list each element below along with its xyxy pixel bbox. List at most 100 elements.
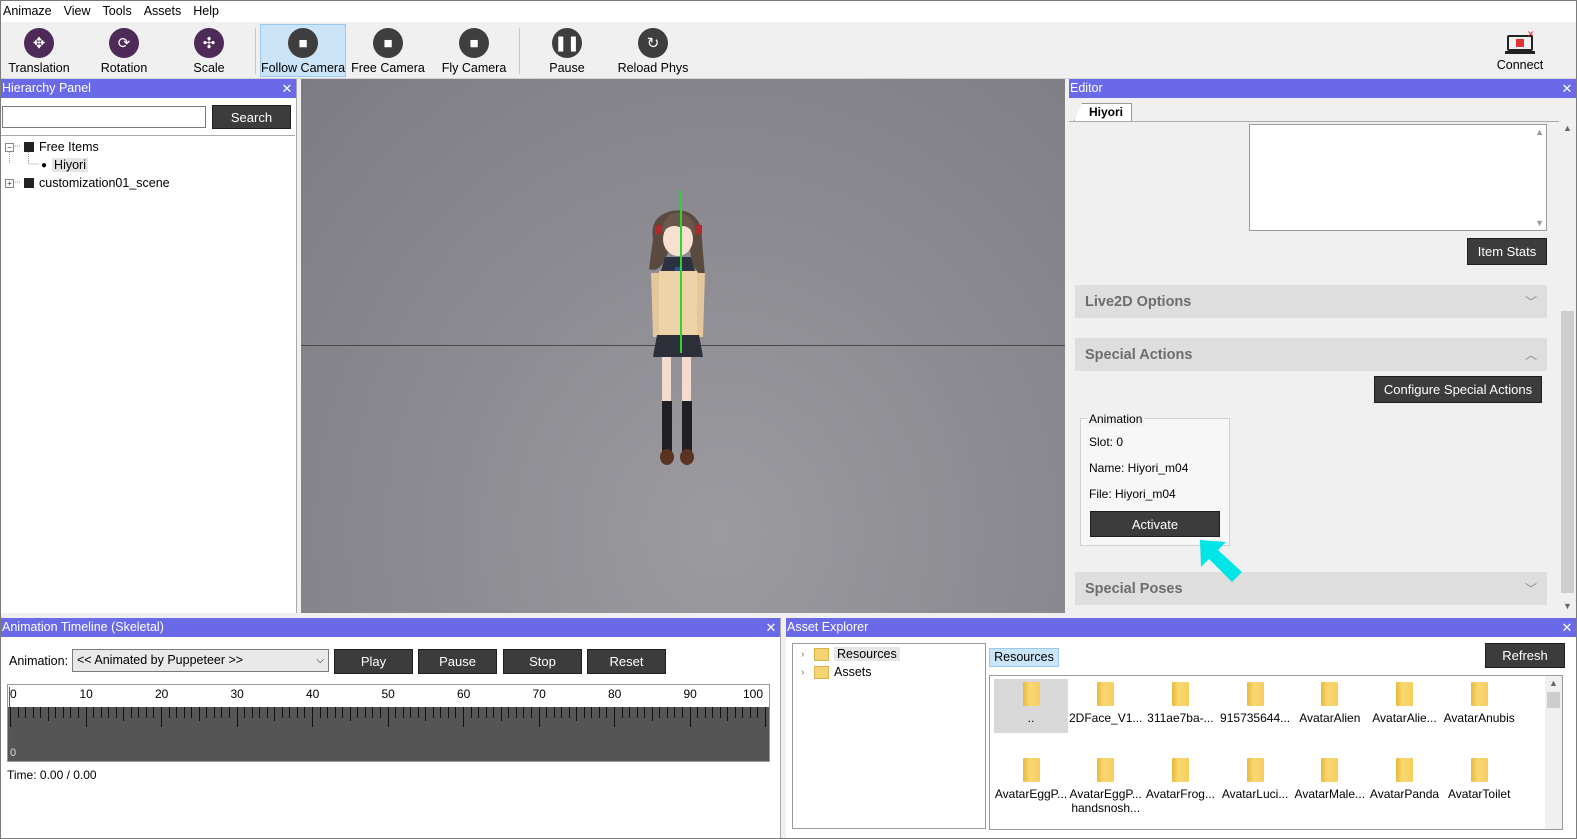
asset-item[interactable]: .. (994, 679, 1068, 733)
chevron-right-icon[interactable]: › (801, 649, 813, 660)
asset-tab-resources[interactable]: Resources (989, 648, 1059, 667)
scene-viewport[interactable] (301, 79, 1065, 613)
asset-item-label: AvatarMale... (1294, 787, 1366, 801)
asset-item[interactable]: AvatarPanda (1368, 755, 1442, 809)
timeline-ruler[interactable]: 0 10 20 30 40 50 60 70 80 90 100 0 (7, 684, 770, 762)
chevron-up-icon: ︿ (1524, 348, 1537, 362)
play-button[interactable]: Play (334, 649, 413, 674)
asset-item[interactable]: 915735644... (1218, 679, 1292, 733)
asset-item[interactable]: AvatarFrog... (1143, 755, 1217, 809)
configure-special-actions-button[interactable]: Configure Special Actions (1374, 376, 1542, 403)
tree-node-free-items[interactable]: − Free Items (5, 140, 99, 154)
folder-icon (1470, 682, 1488, 706)
timeline-tick-label: 0 (10, 687, 17, 701)
item-stats-button[interactable]: Item Stats (1467, 238, 1547, 265)
asset-item[interactable]: AvatarMale... (1293, 755, 1367, 809)
asset-item[interactable]: AvatarEggP... handsnosh... (1069, 755, 1143, 815)
follow-camera-tool[interactable]: ■ Follow Camera (260, 24, 346, 77)
hierarchy-search-input[interactable] (2, 106, 206, 128)
timeline-track[interactable] (8, 707, 769, 761)
reset-button[interactable]: Reset (587, 649, 666, 674)
toolbar-separator (519, 28, 520, 74)
timeline-tick (221, 707, 223, 718)
folder-icon (1321, 682, 1339, 706)
asset-item-label-2: handsnosh... (1071, 801, 1141, 815)
connect-tool[interactable]: ✕ Connect (1489, 24, 1551, 77)
translation-tool[interactable]: ✥ Translation (5, 24, 73, 77)
refresh-button[interactable]: Refresh (1485, 643, 1565, 668)
timeline-tick (666, 707, 668, 718)
timeline-tick (176, 707, 178, 718)
editor-tab-hiyori[interactable]: Hiyori (1074, 103, 1133, 121)
reload-phys-tool[interactable]: ↻ Reload Phys (615, 24, 691, 77)
free-camera-tool[interactable]: ■ Free Camera (350, 24, 426, 77)
scale-tool[interactable]: ✣ Scale (175, 24, 243, 77)
tree-node-hiyori[interactable]: ● Hiyori (41, 158, 88, 172)
timeline-tick (296, 707, 298, 718)
asset-item[interactable]: AvatarToilet (1442, 755, 1516, 809)
animation-select[interactable]: << Animated by Puppeteer >> ⌵ (72, 649, 329, 672)
asset-item[interactable]: AvatarAlie... (1368, 679, 1442, 733)
asset-item[interactable]: AvatarAnubis (1442, 679, 1516, 733)
fly-camera-tool[interactable]: ■ Fly Camera (437, 24, 511, 77)
scroll-up-icon[interactable]: ▲ (1563, 123, 1572, 133)
menu-tools[interactable]: Tools (97, 1, 138, 22)
timeline-tick (425, 707, 427, 721)
hierarchy-search-button[interactable]: Search (212, 105, 291, 129)
folder-icon (1022, 682, 1040, 706)
scroll-down-icon[interactable]: ▼ (1535, 218, 1544, 228)
asset-item-label: 2DFace_V1... (1069, 711, 1143, 725)
folder-icon (1396, 682, 1413, 706)
scroll-up-icon[interactable]: ▲ (1549, 678, 1558, 688)
folder-icon (814, 647, 829, 661)
asset-tree-resources[interactable]: › Resources (801, 647, 900, 661)
menu-assets[interactable]: Assets (138, 1, 188, 22)
hierarchy-panel: Hierarchy Panel ✕ Search − Free Items ● … (1, 79, 297, 613)
close-icon[interactable]: ✕ (278, 79, 296, 98)
asset-scrollbar[interactable]: ▲ (1545, 676, 1562, 829)
timeline-tick (334, 707, 336, 718)
live2d-options-section[interactable]: Live2D Options ﹀ (1075, 285, 1547, 318)
pause-button[interactable]: Pause (418, 649, 497, 674)
asset-item[interactable]: AvatarAlien (1293, 679, 1367, 733)
asset-tree-assets[interactable]: › Assets (801, 665, 872, 679)
animaze-window: Animaze View Tools Assets Help ✥ Transla… (0, 0, 1577, 839)
editor-scrollbar[interactable]: ▲ ▼ (1559, 121, 1576, 613)
menu-view[interactable]: View (58, 1, 97, 22)
activate-button[interactable]: Activate (1090, 511, 1220, 537)
stop-button[interactable]: Stop (503, 649, 582, 674)
folder-icon (1246, 758, 1264, 782)
menu-help[interactable]: Help (187, 1, 225, 22)
asset-item[interactable]: 2DFace_V1... (1069, 679, 1143, 733)
item-description-textarea[interactable]: ▲ ▼ (1249, 124, 1547, 231)
group-icon (24, 142, 34, 152)
timeline-tick (70, 707, 72, 718)
scroll-down-icon[interactable]: ▼ (1563, 601, 1572, 611)
timeline-tick (440, 707, 442, 718)
menu-animaze[interactable]: Animaze (1, 1, 58, 22)
timeline-tick (478, 707, 480, 718)
close-icon[interactable]: ✕ (762, 618, 780, 637)
timeline-tick (153, 707, 155, 718)
scroll-up-icon[interactable]: ▲ (1535, 127, 1544, 137)
close-icon[interactable]: ✕ (1558, 79, 1576, 98)
asset-item[interactable]: AvatarEggP... (994, 755, 1068, 809)
asset-item[interactable]: 311ae7ba-... (1143, 679, 1217, 733)
scrollbar-thumb[interactable] (1547, 692, 1560, 708)
pause-tool[interactable]: ❚❚ Pause (533, 24, 601, 77)
collapse-icon[interactable]: − (5, 142, 14, 152)
highlight-arrow-icon (1200, 540, 1242, 582)
rotation-tool[interactable]: ⟳ Rotation (90, 24, 158, 77)
special-actions-section[interactable]: Special Actions ︿ (1075, 338, 1547, 371)
timeline-tick (130, 707, 132, 718)
chevron-right-icon[interactable]: › (801, 667, 813, 678)
asset-item[interactable]: AvatarLuci... (1218, 755, 1292, 809)
scene-icon (24, 178, 34, 188)
scrollbar-thumb[interactable] (1561, 311, 1574, 593)
close-icon[interactable]: ✕ (1558, 618, 1576, 637)
tree-node-customization-scene[interactable]: + customization01_scene (5, 176, 170, 190)
timeline-tick (704, 707, 706, 718)
expand-icon[interactable]: + (5, 178, 14, 188)
timeline-tick-label: 40 (306, 687, 320, 701)
special-poses-section[interactable]: Special Poses ﹀ (1075, 572, 1547, 605)
